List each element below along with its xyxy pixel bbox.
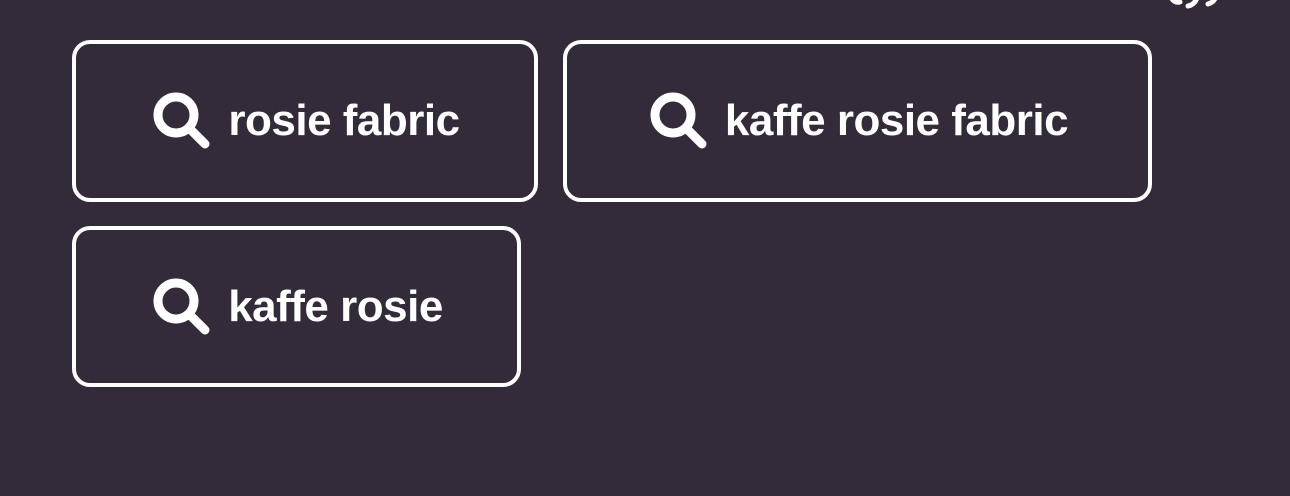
search-icon	[647, 89, 711, 153]
suggestion-chip-rosie-fabric[interactable]: rosie fabric	[72, 40, 538, 202]
suggestion-chip-kaffe-rosie[interactable]: kaffe rosie	[72, 226, 521, 387]
suggestion-label: kaffe rosie	[228, 281, 443, 331]
cropped-text-fragment	[1169, 0, 1218, 9]
search-icon	[150, 275, 214, 339]
suggestion-label: rosie fabric	[228, 96, 460, 145]
suggestion-label: kaffe rosie fabric	[724, 96, 1069, 145]
search-icon	[150, 89, 214, 153]
suggestion-chip-kaffe-rosie-fabric[interactable]: kaffe rosie fabric	[563, 40, 1152, 202]
